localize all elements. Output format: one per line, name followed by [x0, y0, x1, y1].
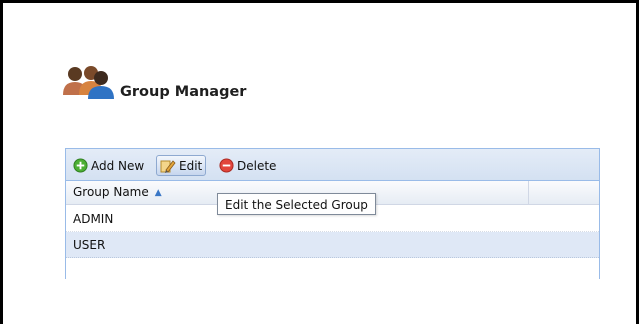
group-name-cell: USER [73, 238, 106, 252]
add-new-label: Add New [91, 158, 145, 173]
users-group-icon [63, 66, 114, 99]
group-name-cell: ADMIN [73, 212, 114, 226]
delete-icon [219, 158, 234, 173]
table-row-selected[interactable]: USER [66, 232, 599, 258]
edit-tooltip: Edit the Selected Group [217, 193, 376, 215]
delete-button[interactable]: Delete [216, 155, 279, 176]
column-header-label: Group Name [73, 185, 149, 199]
grid-toolbar: Add New Edit Delete [66, 148, 599, 181]
add-icon [73, 158, 88, 173]
page-title: Group Manager [120, 84, 247, 100]
edit-button[interactable]: Edit [156, 155, 207, 176]
edit-label: Edit [179, 158, 203, 173]
window-frame: Group Manager Add New Edit Delete Group … [0, 0, 639, 324]
page-header: Group Manager [63, 66, 605, 121]
add-new-button[interactable]: Add New [70, 155, 147, 176]
sort-ascending-icon: ▲ [154, 188, 162, 198]
edit-icon [160, 159, 176, 173]
delete-label: Delete [237, 158, 277, 173]
